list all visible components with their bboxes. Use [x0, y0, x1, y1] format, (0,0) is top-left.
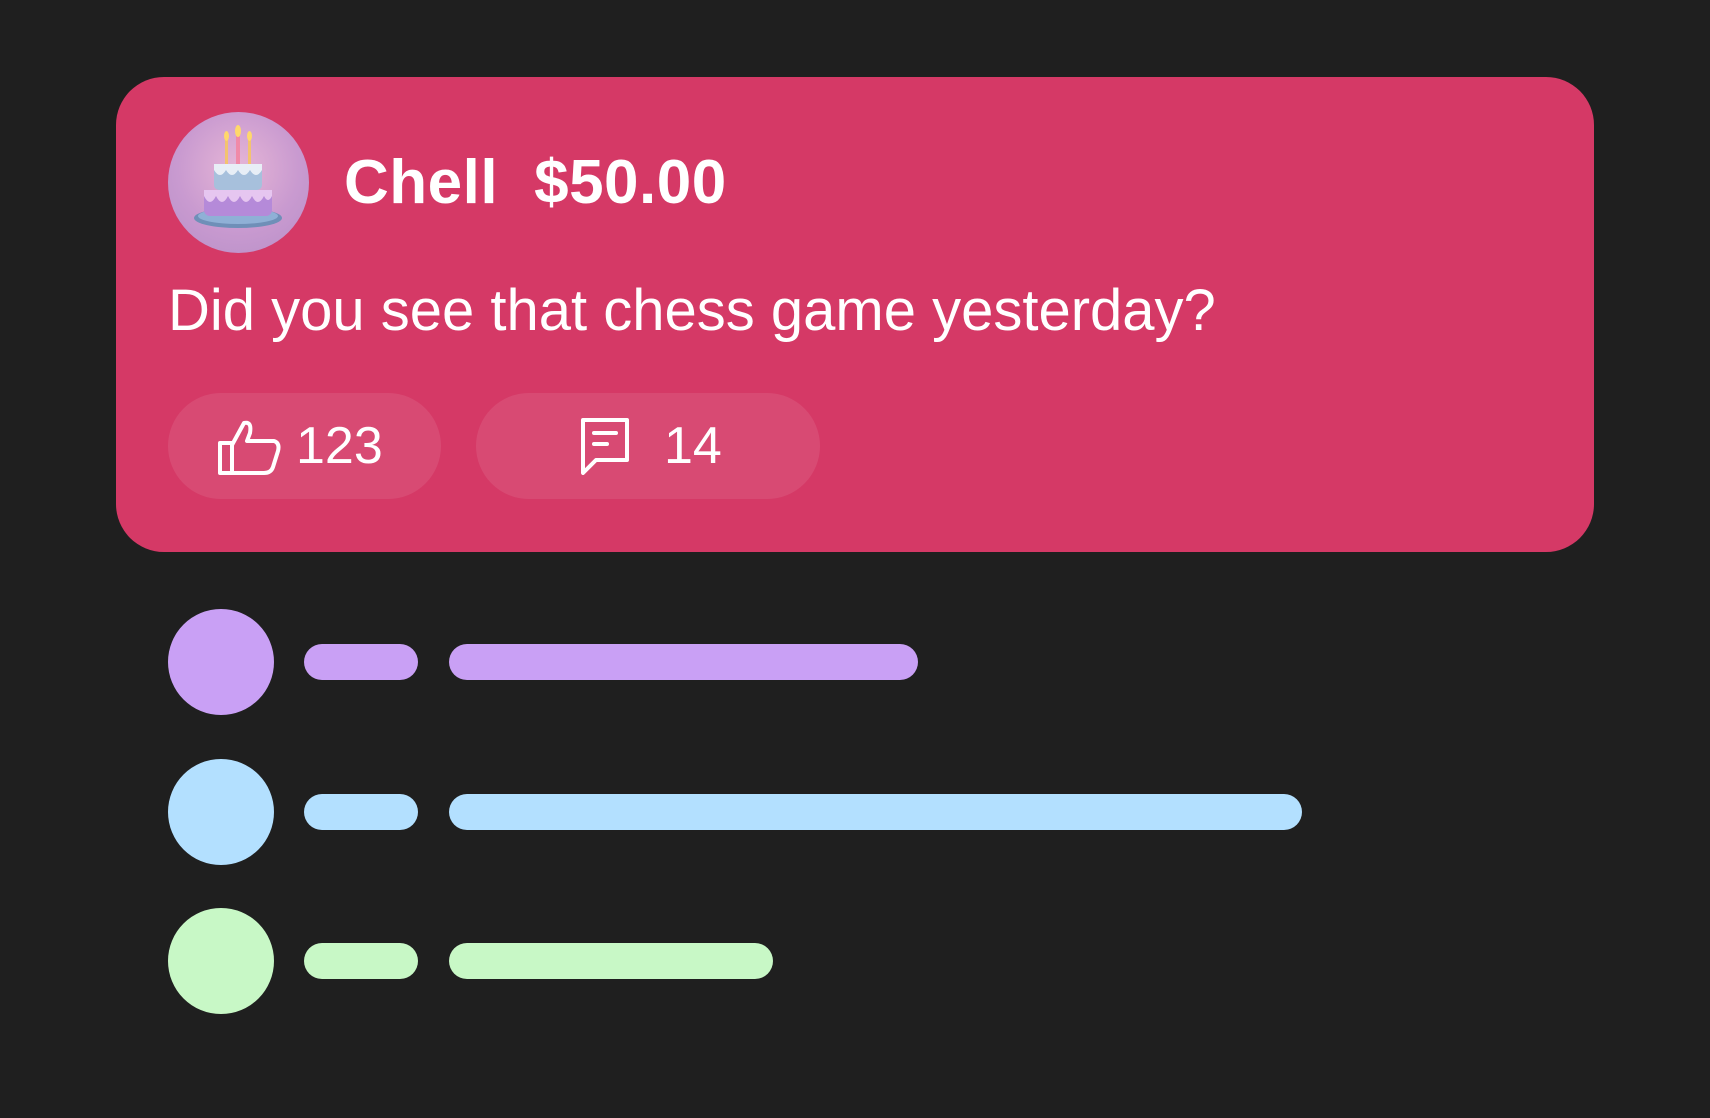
birthday-cake-icon — [168, 112, 309, 253]
post-card[interactable]: Chell $50.00 Did you see that chess game… — [116, 77, 1594, 552]
placeholder-text-line — [449, 943, 773, 979]
placeholder-name-line — [304, 794, 418, 830]
placeholder-name-line — [304, 943, 418, 979]
placeholder-avatar — [168, 908, 274, 1014]
placeholder-text-line — [449, 644, 918, 680]
avatar[interactable] — [168, 112, 309, 253]
likes-count: 123 — [296, 417, 383, 475]
placeholder-avatar — [168, 609, 274, 715]
placeholder-name-line — [304, 644, 418, 680]
like-button[interactable]: 123 — [168, 393, 441, 499]
payment-amount: $50.00 — [534, 147, 727, 217]
comment-icon — [580, 417, 630, 475]
comments-count: 14 — [664, 417, 722, 475]
thumbs-up-icon — [218, 417, 282, 475]
comment-button[interactable]: 14 — [476, 393, 820, 499]
post-header: Chell $50.00 — [344, 147, 727, 217]
author-name[interactable]: Chell — [344, 147, 498, 218]
placeholder-text-line — [449, 794, 1302, 830]
placeholder-avatar — [168, 759, 274, 865]
post-message: Did you see that chess game yesterday? — [168, 278, 1216, 343]
